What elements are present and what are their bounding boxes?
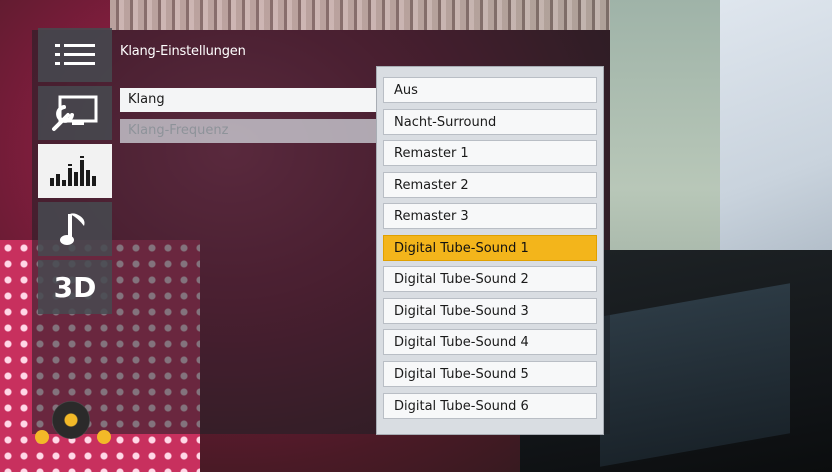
remote-nav-hint: [35, 398, 115, 444]
klang-dropdown: Aus Nacht-Surround Remaster 1 Remaster 2…: [376, 66, 604, 435]
dropdown-option[interactable]: Digital Tube-Sound 2: [383, 266, 597, 292]
dropdown-option-selected[interactable]: Digital Tube-Sound 1: [383, 235, 597, 261]
music-note-icon[interactable]: [38, 202, 112, 256]
page-title: Klang-Einstellungen: [120, 44, 246, 59]
menu-list-icon[interactable]: [38, 28, 112, 82]
background-books: [110, 0, 630, 30]
dropdown-option[interactable]: Digital Tube-Sound 5: [383, 361, 597, 387]
dropdown-option[interactable]: Aus: [383, 77, 597, 103]
klang-field[interactable]: Klang: [120, 88, 378, 112]
nav-left-dot: [35, 430, 49, 444]
dpad-icon: [52, 401, 90, 439]
sidebar-icons: 3D: [38, 28, 112, 318]
dropdown-option[interactable]: Remaster 2: [383, 172, 597, 198]
picture-settings-icon[interactable]: [38, 86, 112, 140]
3d-icon-label: 3D: [53, 270, 97, 304]
dropdown-option[interactable]: Digital Tube-Sound 3: [383, 298, 597, 324]
klang-frequenz-field: Klang-Frequenz: [120, 119, 378, 143]
equalizer-icon[interactable]: [38, 144, 112, 198]
dropdown-option[interactable]: Remaster 1: [383, 140, 597, 166]
dropdown-option[interactable]: Nacht-Surround: [383, 109, 597, 135]
nav-right-dot: [97, 430, 111, 444]
background-poster: [720, 0, 832, 290]
3d-icon[interactable]: 3D: [38, 260, 112, 314]
dropdown-option[interactable]: Digital Tube-Sound 4: [383, 329, 597, 355]
dropdown-option[interactable]: Remaster 3: [383, 203, 597, 229]
dropdown-option[interactable]: Digital Tube-Sound 6: [383, 393, 597, 419]
